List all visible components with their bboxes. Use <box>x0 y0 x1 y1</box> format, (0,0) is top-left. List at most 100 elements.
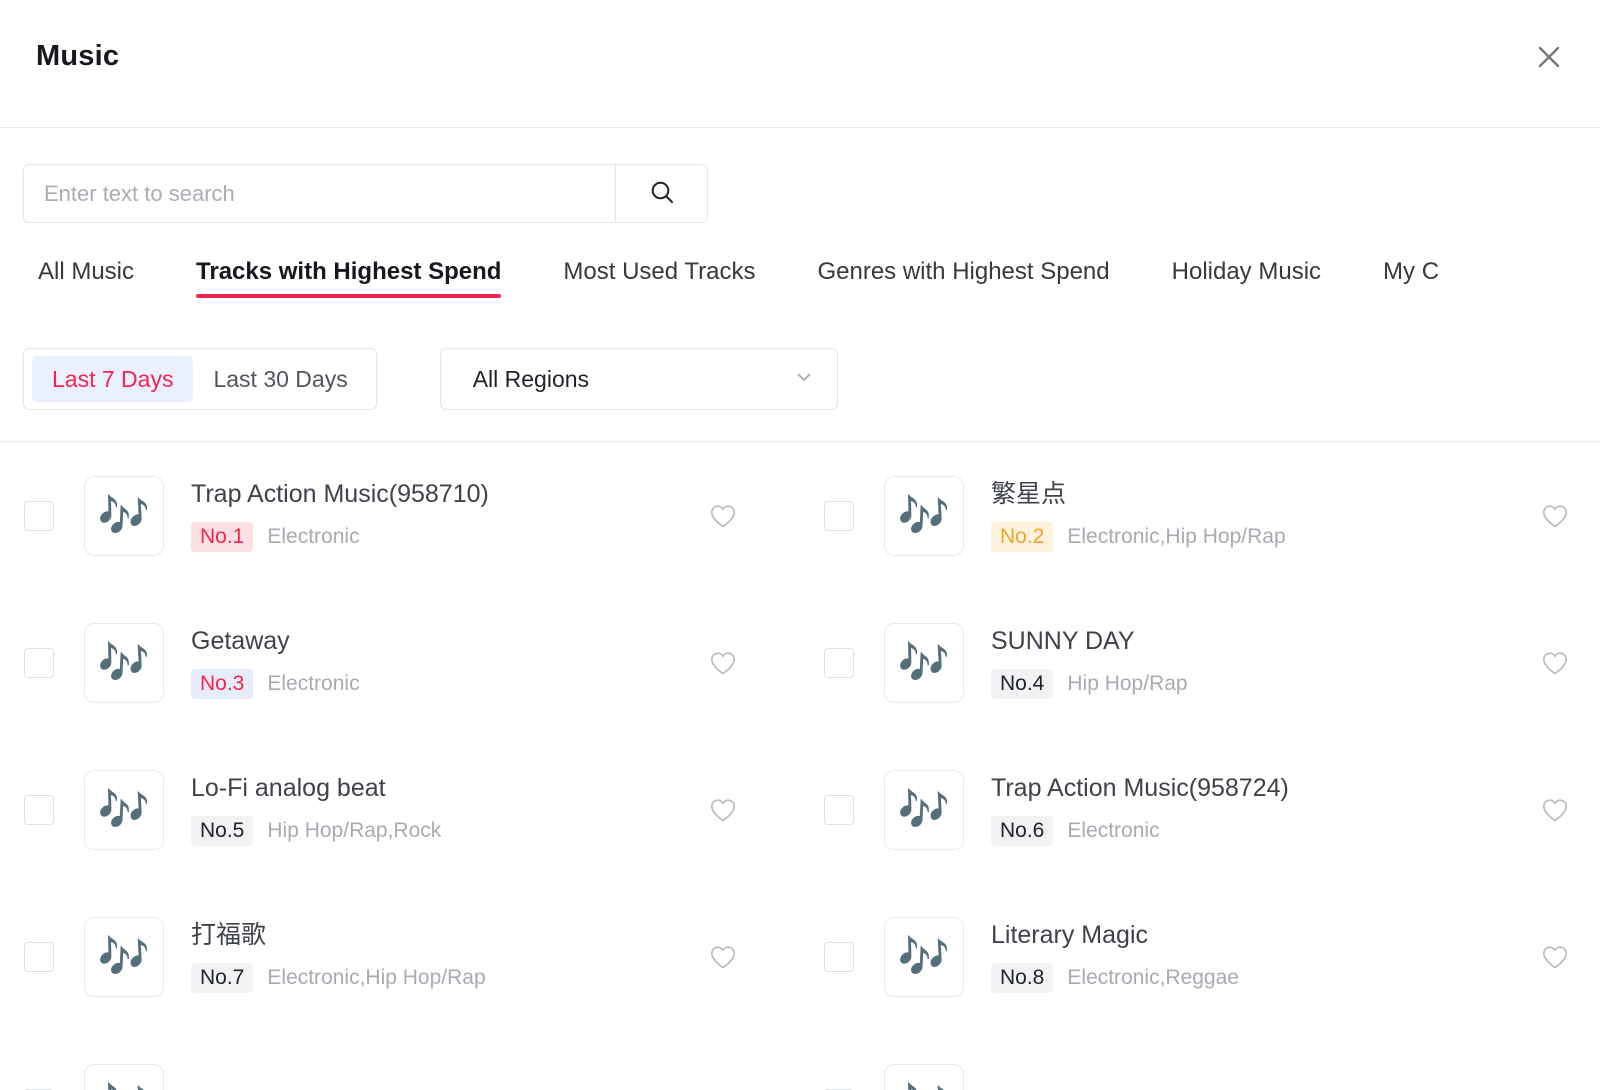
favorite-heart-icon[interactable] <box>706 1087 740 1090</box>
track-select-checkbox[interactable] <box>24 648 54 678</box>
track-row[interactable]: 🎶 Trap Action Music(958710) No.1 Electronic <box>0 442 800 589</box>
segment-label: Last 7 Days <box>52 366 173 393</box>
modal-header: Music <box>0 0 1600 128</box>
tab-label: Genres with Highest Spend <box>817 258 1109 285</box>
track-select-checkbox[interactable] <box>24 942 54 972</box>
favorite-heart-icon[interactable] <box>706 646 740 680</box>
track-row[interactable]: 🎶 <box>800 1030 1600 1090</box>
music-note-icon: 🎶 <box>884 1064 964 1090</box>
favorite-heart-icon[interactable] <box>706 793 740 827</box>
tab-tracks-with-highest-spend[interactable]: Tracks with Highest Spend <box>196 252 501 306</box>
music-note-icon: 🎶 <box>884 917 964 997</box>
track-select-checkbox[interactable] <box>824 501 854 531</box>
track-row[interactable]: 🎶繁星点No.2Electronic,Hip Hop/Rap <box>800 442 1600 589</box>
close-icon <box>1536 44 1562 70</box>
track-subline: No.3Electronic <box>191 669 690 699</box>
region-select-value: All Regions <box>473 366 589 393</box>
music-note-icon: 🎶 <box>84 476 164 556</box>
track-genre: Hip Hop/Rap,Rock <box>267 819 441 843</box>
track-meta: Literary Magic No.8Electronic,Reggae <box>991 920 1522 992</box>
tab-label: Holiday Music <box>1172 258 1321 285</box>
close-button[interactable] <box>1532 40 1566 74</box>
music-note-icon: 🎶 <box>84 623 164 703</box>
track-meta: GetawayNo.3Electronic <box>191 626 690 698</box>
track-select-checkbox[interactable] <box>24 795 54 825</box>
rank-badge: No.4 <box>991 669 1053 699</box>
track-subline: No.2Electronic,Hip Hop/Rap <box>991 522 1522 552</box>
tab-my-collection[interactable]: My C <box>1383 252 1439 306</box>
track-genre: Electronic <box>267 525 359 549</box>
track-meta: SUNNY DAY No.4 Hip Hop/Rap <box>991 626 1522 698</box>
toolbar: All Music Tracks with Highest Spend Most… <box>0 128 1600 442</box>
track-row[interactable]: 🎶 GetawayNo.3Electronic <box>0 589 800 736</box>
track-title: Lo-Fi analog beat <box>191 773 690 804</box>
track-row[interactable]: 🎶 Lo-Fi analog beat No.5 Hip Hop/Rap,Rock <box>0 736 800 883</box>
track-title: SUNNY DAY <box>991 626 1522 657</box>
favorite-heart-icon[interactable] <box>706 940 740 974</box>
page-title: Music <box>36 40 119 73</box>
tab-most-used-tracks[interactable]: Most Used Tracks <box>563 252 755 306</box>
rank-badge: No.5 <box>191 816 253 846</box>
track-select-checkbox[interactable] <box>824 648 854 678</box>
tab-holiday-music[interactable]: Holiday Music <box>1172 252 1321 306</box>
track-select-checkbox[interactable] <box>24 501 54 531</box>
track-title: 繁星点 <box>991 479 1522 510</box>
track-genre: Hip Hop/Rap <box>1067 672 1187 696</box>
track-title: Literary Magic <box>991 920 1522 951</box>
rank-badge: No.2 <box>991 522 1053 552</box>
track-genre: Electronic <box>1067 819 1159 843</box>
music-note-icon: 🎶 <box>84 1064 164 1090</box>
track-genre: Electronic,Reggae <box>1067 966 1239 990</box>
search-button[interactable] <box>615 165 707 222</box>
favorite-heart-icon[interactable] <box>1538 1087 1572 1090</box>
filter-row: Last 7 Days Last 30 Days All Regions <box>23 348 838 410</box>
track-subline: No.5 Hip Hop/Rap,Rock <box>191 816 690 846</box>
favorite-heart-icon[interactable] <box>1538 646 1572 680</box>
rank-badge: No.1 <box>191 522 253 552</box>
track-row[interactable]: 🎶 Literary Magic No.8Electronic,Reggae <box>800 883 1600 1030</box>
track-select-checkbox[interactable] <box>824 795 854 825</box>
tab-genres-with-highest-spend[interactable]: Genres with Highest Spend <box>817 252 1109 306</box>
track-meta: 繁星点 No.2Electronic,Hip Hop/Rap <box>991 479 1522 551</box>
favorite-heart-icon[interactable] <box>1538 793 1572 827</box>
segment-last-30-days[interactable]: Last 30 Days <box>193 356 367 402</box>
search-input[interactable] <box>24 165 615 222</box>
track-meta: Trap Action Music(958710) No.1 Electronic <box>191 479 690 551</box>
track-subline: No.4 Hip Hop/Rap <box>991 669 1522 699</box>
track-list[interactable]: 🎶 Trap Action Music(958710) No.1 Electronic… <box>0 442 1600 1090</box>
segment-last-7-days[interactable]: Last 7 Days <box>32 356 193 402</box>
track-meta: Trap Action Music(958724)No.6Electronic <box>991 773 1522 845</box>
track-select-checkbox[interactable] <box>824 942 854 972</box>
rank-badge: No.6 <box>991 816 1053 846</box>
tab-bar: All Music Tracks with Highest Spend Most… <box>0 252 1600 322</box>
tab-all-music[interactable]: All Music <box>38 252 134 306</box>
track-row[interactable]: 🎶Trap Action Music(958724)No.6Electronic <box>800 736 1600 883</box>
tab-label: All Music <box>38 258 134 285</box>
tab-label: Tracks with Highest Spend <box>196 258 501 285</box>
music-note-icon: 🎶 <box>884 770 964 850</box>
track-subline: No.8Electronic,Reggae <box>991 963 1522 993</box>
music-note-icon: 🎶 <box>84 770 164 850</box>
track-subline: No.6 Electronic <box>991 816 1522 846</box>
track-row[interactable]: 🎶 <box>0 1030 800 1090</box>
segment-label: Last 30 Days <box>213 366 347 393</box>
favorite-heart-icon[interactable] <box>1538 499 1572 533</box>
favorite-heart-icon[interactable] <box>706 499 740 533</box>
track-row[interactable]: 🎶SUNNY DAYNo.4Hip Hop/Rap <box>800 589 1600 736</box>
track-title: Trap Action Music(958710) <box>191 479 690 510</box>
track-meta: Lo-Fi analog beat No.5 Hip Hop/Rap,Rock <box>191 773 690 845</box>
region-select[interactable]: All Regions <box>440 348 838 410</box>
music-note-icon: 🎶 <box>84 917 164 997</box>
tab-label: My C <box>1383 258 1439 285</box>
favorite-heart-icon[interactable] <box>1538 940 1572 974</box>
date-range-segmented-control: Last 7 Days Last 30 Days <box>23 348 377 410</box>
track-title: 打福歌 <box>191 920 690 951</box>
search-icon <box>648 178 676 209</box>
track-subline: No.7Electronic,Hip Hop/Rap <box>191 963 690 993</box>
track-meta: 打福歌 No.7Electronic,Hip Hop/Rap <box>191 920 690 992</box>
track-row[interactable]: 🎶 打福歌 No.7Electronic,Hip Hop/Rap <box>0 883 800 1030</box>
track-genre: Electronic <box>267 672 359 696</box>
track-genre: Electronic,Hip Hop/Rap <box>267 966 485 990</box>
chevron-down-icon <box>793 366 815 393</box>
search-bar <box>23 164 708 223</box>
